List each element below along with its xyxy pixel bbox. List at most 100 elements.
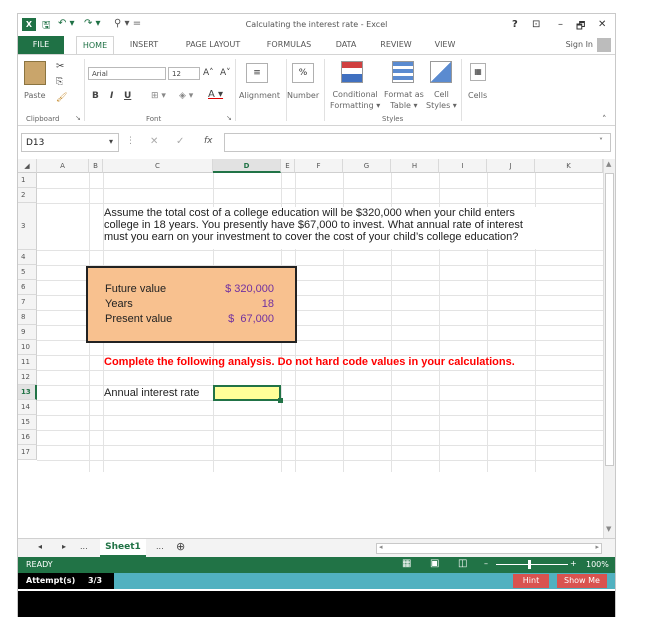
name-box-dropdown-icon[interactable]: ▾ [109,137,113,146]
font-name-combo[interactable]: Arial [88,67,166,80]
bold-button[interactable]: B [92,91,99,101]
italic-button[interactable]: I [110,91,113,101]
present-value-cell[interactable]: $ 67,000 [214,313,274,325]
row-header[interactable]: 11 [18,355,37,370]
alignment-icon[interactable]: ≡ [246,63,268,83]
font-size-combo[interactable]: 12 [168,67,200,80]
col-header-a[interactable]: A [37,159,89,173]
percent-icon[interactable]: % [292,63,314,83]
cells-icon[interactable]: ▦ [470,63,486,81]
row-header[interactable]: 1 [18,173,37,188]
col-header-i[interactable]: I [439,159,487,173]
row-header[interactable]: 2 [18,188,37,203]
avatar[interactable] [597,38,611,52]
row-header[interactable]: 17 [18,445,37,460]
row-header[interactable]: 12 [18,370,37,385]
row-header[interactable]: 15 [18,415,37,430]
fill-color-icon[interactable]: ◈ ▾ [179,91,193,101]
alignment-button[interactable]: Alignment [239,91,280,100]
row-header[interactable]: 3 [18,203,37,250]
intro-cell[interactable]: Assume the total cost of a college educa… [104,207,602,249]
borders-icon[interactable]: ⊞ ▾ [151,91,166,101]
expand-formula-icon[interactable]: ˅ [599,137,603,146]
col-header-j[interactable]: J [487,159,535,173]
col-header-b[interactable]: B [89,159,103,173]
normal-view-icon[interactable]: ▦ [402,558,411,569]
scroll-right-icon[interactable]: ▸ [595,543,599,551]
vertical-scrollbar[interactable]: ▲ ▼ [603,159,615,538]
scroll-left-icon[interactable]: ◂ [379,543,383,551]
horizontal-scrollbar[interactable]: ◂ ▸ [376,543,602,554]
col-header-h[interactable]: H [391,159,439,173]
enter-icon[interactable]: ✓ [176,136,184,147]
underline-button[interactable]: U [124,91,131,101]
restore-icon[interactable]: 🗗 [576,19,585,36]
row-header[interactable]: 4 [18,250,37,265]
cell-styles-button[interactable]: Cell Styles ▾ [426,89,457,111]
page-layout-view-icon[interactable]: ▣ [430,558,439,569]
sheets-left-ellipsis[interactable]: ... [80,542,88,551]
tab-home[interactable]: HOME [76,36,114,54]
font-launcher-icon[interactable]: ↘ [226,114,232,122]
show-me-button[interactable]: Show Me [557,574,607,588]
col-header-c[interactable]: C [103,159,213,173]
tab-formulas[interactable]: FORMULAS [258,36,320,54]
ribbon-display-icon[interactable]: ⊡ [532,19,540,30]
scroll-up-icon[interactable]: ▲ [606,160,611,168]
row-header[interactable]: 16 [18,430,37,445]
clipboard-launcher-icon[interactable]: ↘ [75,114,81,122]
format-as-table-icon[interactable] [392,61,414,83]
annual-interest-rate-input[interactable] [213,385,281,401]
formula-input[interactable] [224,133,611,152]
col-header-f[interactable]: F [295,159,343,173]
copy-icon[interactable]: ⎘ [56,77,63,87]
cells-button[interactable]: Cells [468,91,487,100]
paste-button[interactable]: Paste [24,91,46,100]
zoom-slider-thumb[interactable] [528,560,531,569]
row-header[interactable]: 9 [18,325,37,340]
fill-handle[interactable] [278,398,283,403]
zoom-in-icon[interactable]: + [570,559,577,568]
sheet-tab-sheet1[interactable]: Sheet1 [100,539,146,557]
conditional-formatting-icon[interactable] [341,61,363,83]
row-header[interactable]: 5 [18,265,37,280]
help-icon[interactable]: ? [512,19,518,30]
row-header[interactable]: 8 [18,310,37,325]
font-color-icon[interactable]: A ▾ [208,89,223,100]
row-header[interactable]: 14 [18,400,37,415]
row-header[interactable]: 7 [18,295,37,310]
next-sheet-icon[interactable]: ▸ [62,542,66,551]
scroll-down-icon[interactable]: ▼ [606,525,611,533]
worksheet-grid[interactable]: ◢ A B C D E F G H I J K 1 2 3 4 5 6 7 8 … [18,159,615,538]
grow-font-icon[interactable]: A˄ [203,68,214,78]
sheets-right-ellipsis[interactable]: ... [156,542,164,551]
col-header-d[interactable]: D [213,159,281,173]
collapse-ribbon-icon[interactable]: ˄ [602,115,607,125]
zoom-slider[interactable] [496,564,568,565]
tab-review[interactable]: REVIEW [374,36,418,54]
prev-sheet-icon[interactable]: ◂ [38,542,42,551]
cell-styles-icon[interactable] [430,61,452,83]
shrink-font-icon[interactable]: A˅ [220,68,231,78]
years-cell[interactable]: 18 [214,298,274,310]
row-header[interactable]: 6 [18,280,37,295]
close-icon[interactable]: ✕ [598,19,606,30]
conditional-formatting-button[interactable]: Conditional Formatting ▾ [330,89,380,111]
scroll-thumb[interactable] [605,173,614,466]
col-header-g[interactable]: G [343,159,391,173]
format-painter-icon[interactable]: 🖌 [56,93,67,103]
add-sheet-button[interactable]: ⊕ [176,540,185,553]
insert-function-button[interactable]: fx [204,136,213,146]
tab-file[interactable]: FILE [18,36,64,54]
tab-insert[interactable]: INSERT [122,36,166,54]
row-header[interactable]: 10 [18,340,37,355]
tab-data[interactable]: DATA [328,36,364,54]
col-header-k[interactable]: K [535,159,603,173]
zoom-out-icon[interactable]: – [484,559,488,568]
select-all-corner[interactable]: ◢ [18,159,37,173]
row-header-active[interactable]: 13 [18,385,37,400]
page-break-view-icon[interactable]: ◫ [458,558,467,569]
hint-button[interactable]: Hint [513,574,549,588]
paste-icon[interactable] [24,61,46,85]
minimize-icon[interactable]: – [558,19,563,30]
